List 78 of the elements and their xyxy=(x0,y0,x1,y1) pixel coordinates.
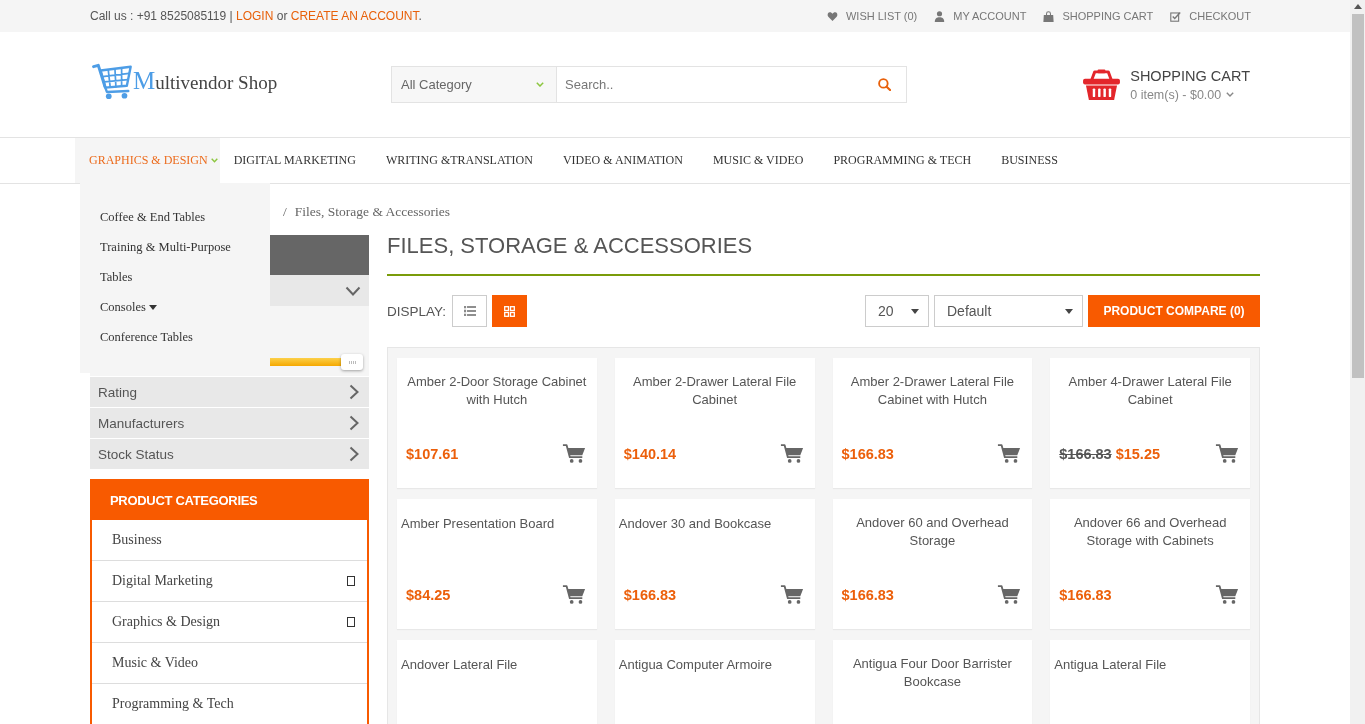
product-name[interactable]: Antigua Four Door Barrister Bookcase xyxy=(836,655,1029,691)
nav-item[interactable]: BUSINESS xyxy=(987,138,1074,183)
cart-summary[interactable]: 0 item(s) - $0.00 xyxy=(1130,87,1250,102)
product-name[interactable]: Amber 2-Drawer Lateral File Cabinet with Hutch xyxy=(836,373,1029,409)
menu-item[interactable]: Training & Multi-Purpose xyxy=(80,232,270,262)
cart-icon[interactable] xyxy=(1215,443,1239,464)
chevron-down-icon xyxy=(536,82,544,87)
list-view-button[interactable] xyxy=(452,295,488,327)
product-name[interactable]: Amber 4-Drawer Lateral File Cabinet xyxy=(1054,373,1246,409)
caret-down-icon xyxy=(911,308,919,314)
nav-item[interactable]: WRITING &TRANSLATION xyxy=(371,138,549,183)
page-title: FILES, STORAGE & ACCESSORIES xyxy=(387,232,754,260)
contact-text: Call us : +91 8525085119 | LOGIN or CREATE AN ACCOUNT. xyxy=(90,9,422,23)
breadcrumb-separator: / xyxy=(283,203,287,221)
cart-icon[interactable] xyxy=(997,584,1022,605)
wishlist-link[interactable]: WISH LIST (0) xyxy=(826,10,918,22)
menu-item[interactable]: Coffee & End Tables xyxy=(80,202,270,232)
old-price: $166.83 xyxy=(1059,445,1112,462)
logo-text[interactable]: Multivendor Shop xyxy=(133,66,278,95)
display-label: DISPLAY: xyxy=(387,303,447,319)
scrollbar-thumb[interactable] xyxy=(1351,14,1364,378)
menu-item[interactable]: Consoles xyxy=(80,292,270,322)
nav-item[interactable]: MUSIC & VIDEO xyxy=(698,138,820,183)
grid-icon xyxy=(504,305,516,317)
cart-icon[interactable] xyxy=(1215,584,1239,605)
product-name[interactable]: Andover Lateral File xyxy=(401,656,518,674)
heart-icon xyxy=(826,10,838,22)
sort-select[interactable]: Default xyxy=(934,295,1083,327)
menu-item[interactable]: Tables xyxy=(80,262,270,292)
product-price: $166.83 xyxy=(841,586,894,603)
product-name[interactable]: Andover 30 and Bookcase xyxy=(618,515,772,533)
arrow-up-icon[interactable] xyxy=(1353,4,1362,9)
breadcrumb-current: Files, Storage & Accessories xyxy=(294,203,450,221)
product-name[interactable]: Andover 60 and Overhead Storage xyxy=(836,514,1029,550)
cart-icon[interactable] xyxy=(561,443,586,464)
filter-toggle[interactable]: Rating xyxy=(90,376,369,407)
menu-item[interactable]: Conference Tables xyxy=(80,322,270,352)
product-name[interactable]: Antigua Lateral File xyxy=(1054,656,1167,674)
account-link[interactable]: MY ACCOUNT xyxy=(934,10,1027,22)
cart-title[interactable]: SHOPPING CART xyxy=(1130,67,1250,84)
product-price: $166.83 xyxy=(623,586,677,603)
scrollbar[interactable] xyxy=(1350,0,1365,724)
nav-item[interactable]: PROGRAMMING & TECH xyxy=(819,138,988,183)
filter-toggle[interactable]: Stock Status xyxy=(90,438,369,469)
chevron-down-icon xyxy=(1226,92,1235,97)
category-select[interactable]: All Category xyxy=(391,66,557,103)
limit-select[interactable]: 20 xyxy=(865,295,929,327)
product-name[interactable]: Antigua Computer Armoire xyxy=(618,656,772,674)
checkbox-icon xyxy=(1170,10,1182,22)
cart-icon[interactable] xyxy=(561,584,586,605)
cart-link[interactable]: SHOPPING CART xyxy=(1043,10,1154,22)
categories-header: PRODUCT CATEGORIES xyxy=(92,481,367,520)
cart-icon[interactable] xyxy=(779,443,804,464)
product-name[interactable]: Amber 2-Drawer Lateral File Cabinet xyxy=(618,373,811,409)
cart-icon[interactable] xyxy=(997,443,1022,464)
checkout-link[interactable]: CHECKOUT xyxy=(1170,10,1251,22)
cart-icon[interactable] xyxy=(779,584,804,605)
grid-view-button[interactable] xyxy=(492,295,528,327)
user-icon xyxy=(934,10,946,22)
product-name[interactable]: Amber Presentation Board xyxy=(401,515,555,533)
filter-toggle[interactable]: Manufacturers xyxy=(90,407,369,438)
product-name[interactable]: Amber 2-Door Storage Cabinet with Hutch xyxy=(401,373,593,409)
product-price: $140.14 xyxy=(623,445,677,462)
basket-icon[interactable] xyxy=(1083,68,1121,101)
product-price: $15.25 xyxy=(1115,445,1161,462)
search-icon[interactable] xyxy=(878,78,891,91)
nav-item[interactable]: DIGITAL MARKETING xyxy=(219,138,372,183)
product-price: $84.25 xyxy=(406,586,451,603)
bag-icon xyxy=(1043,10,1055,22)
list-icon xyxy=(463,306,476,316)
product-price: $166.83 xyxy=(1059,586,1112,603)
product-name[interactable]: Andover 66 and Overhead Storage with Cabinets xyxy=(1054,514,1246,550)
caret-down-icon xyxy=(1065,308,1073,314)
product-price: $166.83 xyxy=(841,445,894,462)
search-field[interactable]: Search.. xyxy=(557,66,907,103)
slider-handle[interactable] xyxy=(341,354,363,370)
nav-item[interactable]: VIDEO & ANIMATION xyxy=(548,138,699,183)
product-price: $107.61 xyxy=(406,445,459,462)
